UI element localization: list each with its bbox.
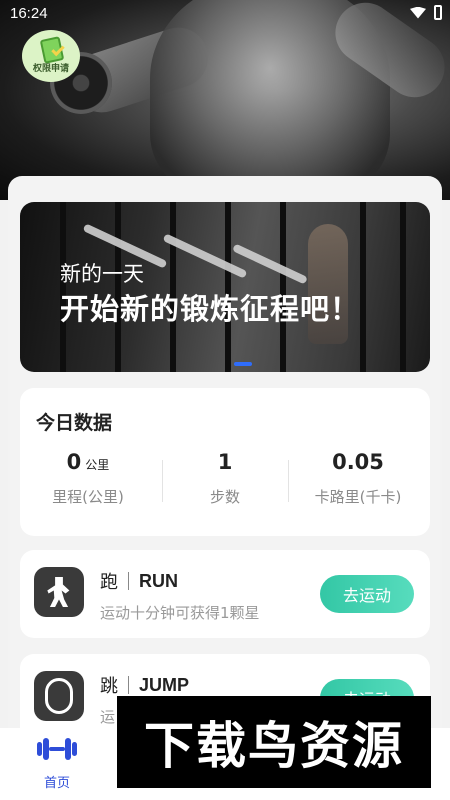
nav-home-label: 首页 — [43, 776, 70, 791]
permission-request-button[interactable]: 权限申请 — [22, 30, 80, 82]
today-data-title: 今日数据 — [36, 412, 113, 434]
hero-image — [0, 0, 450, 200]
banner-subtitle: 新的一天 — [60, 262, 144, 286]
activity-description: 运动十分钟可获得1颗星 — [100, 604, 260, 622]
stat-calories-value: 0.05 — [332, 450, 384, 474]
stat-distance: 0 公里 里程(公里) — [20, 450, 156, 507]
banner-title: 开始新的锻炼征程吧！ — [60, 292, 361, 326]
status-time: 16:24 — [10, 5, 48, 22]
treadmill — [232, 243, 308, 285]
activity-description: 运 — [100, 708, 116, 726]
nav-item-home[interactable]: 首页 — [24, 738, 90, 791]
stat-steps-label: 步数 — [209, 488, 240, 506]
activity-name-cn: 跑 — [100, 572, 118, 593]
carousel-indicator[interactable] — [234, 362, 252, 366]
window-bar — [360, 202, 366, 372]
run-icon — [34, 567, 84, 617]
activity-name: 跳 JUMP — [100, 672, 189, 698]
status-bar: 16:24 — [0, 0, 450, 30]
stat-distance-value: 0 — [66, 450, 82, 474]
wifi-icon — [410, 6, 426, 19]
stat-calories: 0.05 卡路里(千卡) — [290, 450, 426, 507]
name-separator — [128, 572, 129, 590]
dumbbell-icon — [35, 738, 79, 760]
start-run-button[interactable]: 去运动 — [320, 575, 414, 613]
stat-distance-unit: 公里 — [85, 458, 110, 472]
activity-name-cn: 跳 — [100, 676, 118, 697]
activity-card-run[interactable]: 跑 RUN 运动十分钟可获得1颗星 去运动 — [20, 550, 430, 638]
battery-icon — [434, 5, 442, 20]
activity-name-en: RUN — [139, 570, 178, 591]
activity-name: 跑 RUN — [100, 568, 178, 594]
activity-name-en: JUMP — [139, 674, 190, 695]
promo-banner[interactable]: 新的一天 开始新的锻炼征程吧！ — [20, 202, 430, 372]
today-data-card: 今日数据 0 公里 里程(公里) 1 步数 0.05 卡路里(千卡) — [20, 388, 430, 536]
watermark-text: 下载鸟资源 — [144, 717, 404, 775]
stat-steps: 1 步数 — [157, 450, 293, 507]
divider — [288, 460, 289, 502]
watermark-overlay: 下载鸟资源 — [117, 696, 431, 788]
stat-calories-label: 卡路里(千卡) — [314, 488, 402, 506]
jump-rope-icon — [34, 671, 84, 721]
window-bar — [400, 202, 406, 372]
permission-request-label: 权限申请 — [32, 64, 69, 74]
name-separator — [128, 676, 129, 694]
stat-steps-value: 1 — [217, 450, 233, 474]
stat-distance-label: 里程(公里) — [52, 488, 124, 506]
